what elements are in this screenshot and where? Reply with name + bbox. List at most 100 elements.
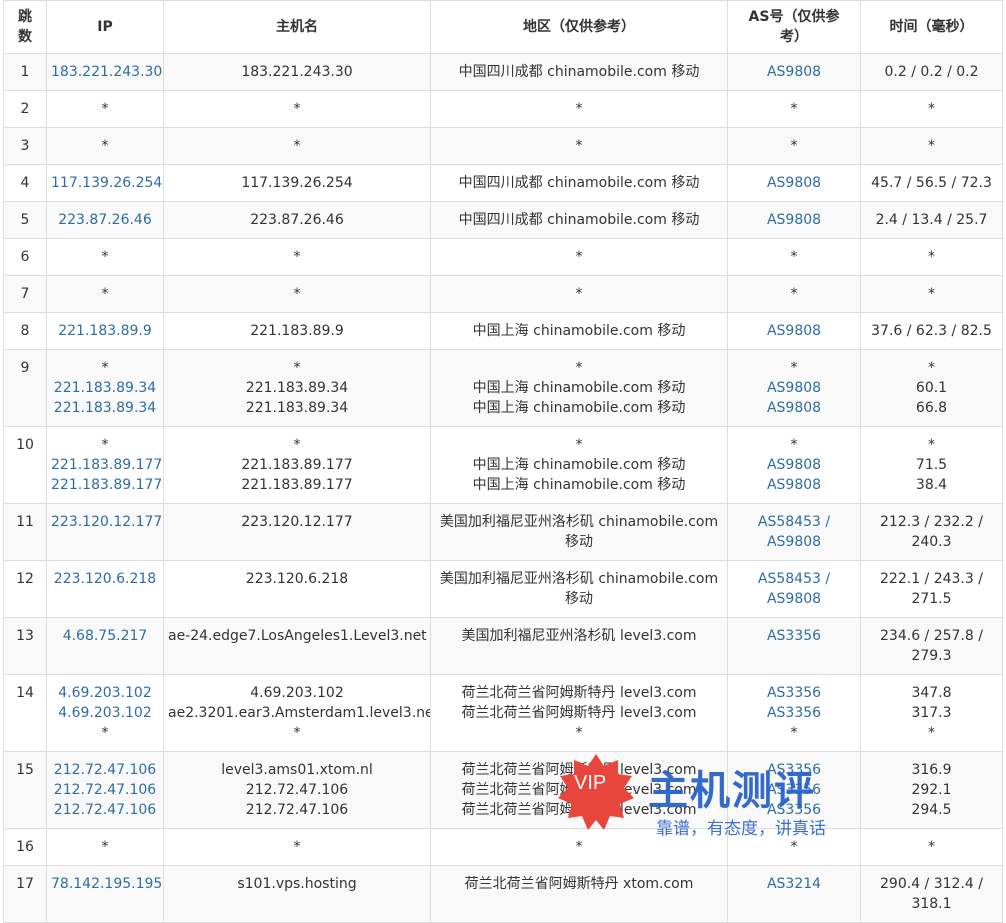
time-cell-line: * [928, 360, 935, 376]
ip-link[interactable]: 212.72.47.106 [51, 800, 159, 820]
ip-link[interactable]: 223.120.6.218 [51, 569, 159, 589]
ip-link[interactable]: 221.183.89.34 [51, 398, 159, 418]
hostname-cell-line: 212.72.47.106 [245, 802, 349, 818]
hostname-cell: * 221.183.89.34 221.183.89.34 [163, 349, 431, 427]
region-cell-line: 中国四川成都 chinamobile.com 移动 [458, 64, 700, 80]
ip-cell-line: * [101, 839, 109, 855]
ip-link[interactable]: 221.183.89.177 [51, 475, 162, 495]
as-link[interactable]: AS9808 [732, 378, 856, 398]
time-cell-line: * [928, 286, 935, 302]
ip-cell: * [46, 828, 164, 866]
as-link[interactable]: AS9808 [732, 210, 856, 230]
as-cell: * [727, 127, 861, 165]
as-link[interactable]: AS9808 [732, 475, 856, 495]
as-link[interactable]: AS9808 [732, 589, 856, 609]
as-link[interactable]: AS9808 [732, 398, 856, 418]
ip-link[interactable]: 4.69.203.102 [51, 703, 159, 723]
ip-link[interactable]: 221.183.89.9 [51, 321, 159, 341]
ip-cell: 212.72.47.106 212.72.47.106 212.72.47.106 [46, 751, 164, 829]
as-link[interactable]: AS3356 [732, 683, 856, 703]
as-link[interactable]: AS9808 [732, 455, 856, 475]
time-cell-line: 279.3 [911, 648, 952, 664]
as-cell: AS3356 [727, 617, 861, 675]
ip-cell-line: * [101, 286, 109, 302]
ip-link[interactable]: 212.72.47.106 [51, 780, 159, 800]
table-row: 14 4.69.203.102 4.69.203.102 * 4.69.203.102 a… [3, 674, 1003, 752]
hostname-cell-line: * [293, 101, 301, 117]
hostname-cell-line: * [293, 249, 301, 265]
ip-link[interactable]: 117.139.26.254 [51, 173, 162, 193]
region-cell-line: 美国加利福尼亚州洛杉矶 chinamobile.com [439, 571, 719, 587]
time-cell-line: 212.3 / 232.2 / [880, 514, 983, 530]
ip-cell: * 221.183.89.177 221.183.89.177 [46, 426, 164, 504]
hostname-cell-line: ae-24.edge7.LosAngeles1.Level3.net [168, 628, 427, 644]
region-cell-line: 荷兰北荷兰省阿姆斯特丹 level3.com [461, 685, 697, 701]
region-cell-line: 中国四川成都 chinamobile.com 移动 [458, 212, 700, 228]
ip-cell-line: * [101, 437, 109, 453]
time-cell-line: 294.5 [911, 802, 952, 818]
hostname-cell-line: s101.vps.hosting [237, 876, 357, 892]
ip-link[interactable]: 78.142.195.195 [51, 874, 162, 894]
region-cell: 中国四川成都 chinamobile.com 移动 [430, 164, 728, 202]
as-link[interactable]: AS9808 [732, 532, 856, 552]
region-cell: 荷兰北荷兰省阿姆斯特丹 level3.com 荷兰北荷兰省阿姆斯特丹 level3… [430, 674, 728, 752]
ip-link[interactable]: 221.183.89.177 [51, 455, 162, 475]
ip-cell: 4.68.75.217 [46, 617, 164, 675]
ip-link[interactable]: 223.120.12.177 [51, 512, 162, 532]
as-cell-line: * [790, 437, 798, 453]
ip-link[interactable]: 4.69.203.102 [51, 683, 159, 703]
time-cell-line: * [928, 725, 935, 741]
as-cell: AS9808 [727, 164, 861, 202]
ip-link[interactable]: 212.72.47.106 [51, 760, 159, 780]
time-cell-line: 0.2 / 0.2 / 0.2 [884, 64, 979, 80]
hostname-cell-line: * [293, 286, 301, 302]
as-link[interactable]: AS58453 / [732, 569, 856, 589]
region-cell-line: * [575, 437, 583, 453]
hostname-cell-line: level3.ams01.xtom.nl [221, 762, 373, 778]
time-cell: 290.4 / 312.4 / 318.1 [860, 865, 1003, 923]
hop-cell: 9 [3, 349, 47, 427]
ip-cell: * 221.183.89.34 221.183.89.34 [46, 349, 164, 427]
as-cell: AS3356 AS3356 * [727, 674, 861, 752]
time-cell-line: 60.1 [915, 380, 948, 396]
as-link[interactable]: AS9808 [732, 62, 856, 82]
hop-cell: 11 [3, 503, 47, 561]
region-cell-line: 中国上海 chinamobile.com 移动 [472, 323, 686, 339]
ip-link[interactable]: 221.183.89.34 [51, 378, 159, 398]
region-cell: 美国加利福尼亚州洛杉矶 chinamobile.com 移动 [430, 560, 728, 618]
hop-cell: 5 [3, 201, 47, 239]
as-link[interactable]: AS3356 [732, 626, 856, 646]
header-as: AS号（仅供参考） [727, 0, 861, 54]
hostname-cell-line: 221.183.89.34 [245, 400, 349, 416]
table-row: 16 * * * * * [3, 828, 1003, 866]
watermark: VIP 主机测评 靠谱，有态度，讲真话 [556, 752, 846, 842]
time-cell: 37.6 / 62.3 / 82.5 [860, 312, 1003, 350]
region-cell: 荷兰北荷兰省阿姆斯特丹 xtom.com [430, 865, 728, 923]
as-link[interactable]: AS9808 [732, 321, 856, 341]
hostname-cell-line: 223.87.26.46 [250, 212, 344, 228]
region-cell: 美国加利福尼亚州洛杉矶 level3.com [430, 617, 728, 675]
as-cell-line: * [790, 138, 798, 154]
as-cell: AS58453 /AS9808 [727, 503, 861, 561]
hop-cell: 1 [3, 53, 47, 91]
as-link[interactable]: AS3214 [732, 874, 856, 894]
hostname-cell: 223.120.6.218 [163, 560, 431, 618]
region-cell-line: 美国加利福尼亚州洛杉矶 chinamobile.com [439, 514, 719, 530]
ip-cell: * [46, 90, 164, 128]
region-cell: * 中国上海 chinamobile.com 移动 中国上海 chinamobile… [430, 426, 728, 504]
as-link[interactable]: AS9808 [732, 173, 856, 193]
time-cell: 0.2 / 0.2 / 0.2 [860, 53, 1003, 91]
watermark-slogan: 靠谱，有态度，讲真话 [656, 819, 826, 839]
as-link[interactable]: AS58453 / [732, 512, 856, 532]
region-cell: 中国上海 chinamobile.com 移动 [430, 312, 728, 350]
table-row: 12 223.120.6.218 223.120.6.218 美国加利福尼亚州洛杉矶 … [3, 560, 1003, 618]
ip-cell: 221.183.89.9 [46, 312, 164, 350]
as-link[interactable]: AS3356 [732, 703, 856, 723]
hop-cell: 15 [3, 751, 47, 829]
ip-link[interactable]: 4.68.75.217 [51, 626, 159, 646]
ip-cell: * [46, 238, 164, 276]
ip-link[interactable]: 183.221.243.30 [51, 62, 162, 82]
hostname-cell-line: * [293, 360, 301, 376]
ip-link[interactable]: 223.87.26.46 [51, 210, 159, 230]
header-host: 主机名 [163, 0, 431, 54]
